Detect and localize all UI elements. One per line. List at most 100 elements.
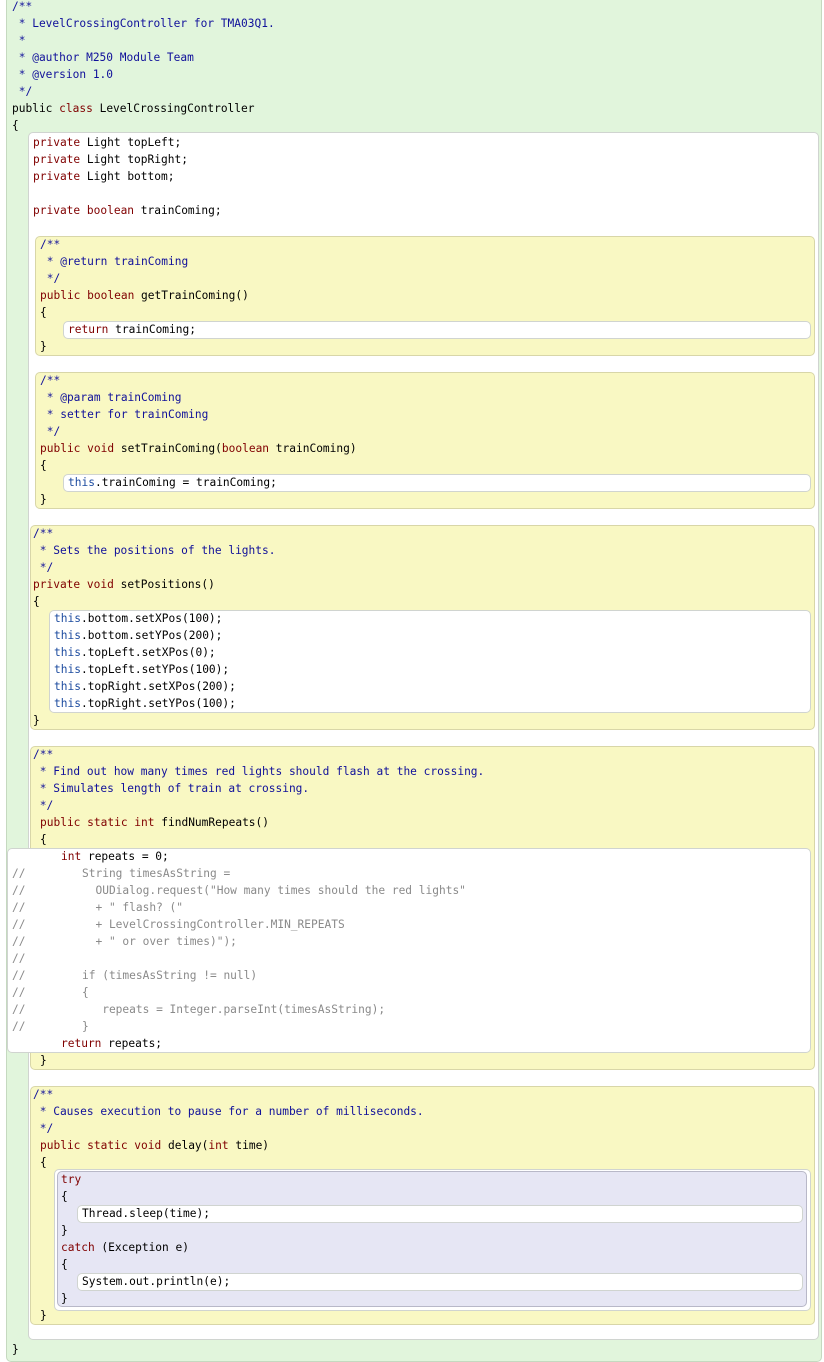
commented-line[interactable]: // String timesAsString = bbox=[12, 865, 230, 882]
close-brace: } bbox=[40, 1054, 47, 1067]
param-name: trainComing) bbox=[269, 442, 357, 455]
commented-line[interactable]: // if (timesAsString != null) bbox=[12, 967, 257, 984]
statement-line[interactable]: this.bottom.setXPos(100); bbox=[54, 610, 222, 627]
open-brace: { bbox=[61, 1258, 68, 1271]
comment-slashes: // bbox=[12, 884, 26, 897]
commented-line[interactable]: // bbox=[12, 950, 25, 967]
class-javadoc-line: * @author M250 Module Team bbox=[12, 51, 194, 64]
javadoc-close: */ bbox=[40, 425, 61, 438]
javadoc-open: /** bbox=[33, 1088, 54, 1101]
field-type: Light bbox=[80, 170, 121, 183]
return-type: boolean bbox=[87, 289, 135, 302]
class-name: LevelCrossingController bbox=[92, 102, 255, 115]
field-train-coming[interactable]: private boolean trainComing; bbox=[33, 202, 222, 219]
javadoc-open: /** bbox=[40, 238, 61, 251]
open-brace: { bbox=[40, 833, 47, 846]
return-statement[interactable]: return repeats; bbox=[61, 1035, 162, 1052]
close-brace: } bbox=[40, 1309, 47, 1322]
open-brace: { bbox=[33, 595, 40, 608]
comment-slashes: // bbox=[12, 986, 26, 999]
commented-line[interactable]: // + " or over times)"); bbox=[12, 933, 237, 950]
private-keyword: private bbox=[33, 204, 81, 217]
close-brace: } bbox=[33, 714, 40, 727]
this-keyword: this bbox=[54, 697, 81, 710]
try-keyword[interactable]: try bbox=[61, 1171, 81, 1188]
method-name: delay( bbox=[161, 1139, 209, 1152]
return-type: int bbox=[134, 816, 155, 829]
method-signature[interactable]: public static int findNumRepeats() bbox=[40, 814, 269, 831]
statement-line[interactable]: this.topLeft.setYPos(100); bbox=[54, 661, 229, 678]
javadoc-close: */ bbox=[33, 561, 54, 574]
statement-text: .bottom.setYPos(200); bbox=[80, 629, 223, 642]
catch-clause[interactable]: catch (Exception e) bbox=[61, 1239, 189, 1256]
this-keyword: this bbox=[54, 646, 81, 659]
method-signature[interactable]: public void setTrainComing(boolean train… bbox=[40, 440, 357, 457]
commented-line[interactable]: // repeats = Integer.parseInt(timesAsStr… bbox=[12, 1001, 385, 1018]
private-keyword: private bbox=[33, 170, 81, 183]
private-keyword: private bbox=[33, 136, 81, 149]
private-keyword: private bbox=[33, 153, 81, 166]
catch-keyword: catch bbox=[61, 1241, 95, 1254]
return-value: repeats; bbox=[101, 1037, 163, 1050]
javadoc-line: * @param trainComing bbox=[40, 391, 182, 404]
statement-line[interactable]: this.topLeft.setXPos(0); bbox=[54, 644, 216, 661]
field-bottom[interactable]: private Light bottom; bbox=[33, 168, 174, 185]
field-top-right[interactable]: private Light topRight; bbox=[33, 151, 188, 168]
comment-slashes: // bbox=[12, 918, 26, 931]
commented-line[interactable]: //} bbox=[12, 1018, 89, 1035]
class-javadoc-line: * bbox=[12, 34, 26, 47]
commented-line[interactable]: // OUDialog.request("How many times shou… bbox=[12, 882, 466, 899]
statement-line[interactable]: this.bottom.setYPos(200); bbox=[54, 627, 222, 644]
comment-code: + " or over times)"); bbox=[82, 935, 237, 948]
commented-line[interactable]: // { bbox=[12, 984, 89, 1001]
commented-line[interactable]: // + LevelCrossingController.MIN_REPEATS bbox=[12, 916, 345, 933]
method-name: findNumRepeats() bbox=[154, 816, 270, 829]
commented-line[interactable]: // + " flash? (" bbox=[12, 899, 183, 916]
println-statement[interactable]: System.out.println(e); bbox=[82, 1273, 230, 1290]
param-name: time) bbox=[228, 1139, 270, 1152]
method-signature[interactable]: public boolean getTrainComing() bbox=[40, 287, 249, 304]
sleep-statement[interactable]: Thread.sleep(time); bbox=[82, 1205, 210, 1222]
class-declaration[interactable]: public class LevelCrossingController bbox=[12, 100, 255, 117]
javadoc-line: * Simulates length of train at crossing. bbox=[33, 782, 310, 795]
param-type: int bbox=[208, 1139, 229, 1152]
statement-text: .trainComing = trainComing; bbox=[94, 476, 277, 489]
variable-declaration[interactable]: int repeats = 0; bbox=[61, 848, 169, 865]
open-brace: { bbox=[61, 1190, 68, 1203]
class-open-brace: { bbox=[12, 119, 19, 132]
this-keyword: this bbox=[54, 612, 81, 625]
this-keyword: this bbox=[54, 663, 81, 676]
field-name: topLeft; bbox=[120, 136, 182, 149]
class-close-brace: } bbox=[12, 1343, 19, 1356]
class-keyword: class bbox=[59, 102, 93, 115]
statement-line[interactable]: this.topRight.setXPos(200); bbox=[54, 678, 236, 695]
return-keyword: return bbox=[68, 323, 109, 336]
this-keyword: this bbox=[54, 680, 81, 693]
javadoc-line: * Find out how many times red lights sho… bbox=[33, 765, 485, 778]
comment-slashes: // bbox=[12, 969, 26, 982]
method-signature[interactable]: public static void delay(int time) bbox=[40, 1137, 269, 1154]
javadoc-line: * @return trainComing bbox=[40, 255, 189, 268]
field-name: trainComing; bbox=[134, 204, 222, 217]
method-signature[interactable]: private void setPositions() bbox=[33, 576, 215, 593]
statement-text: .topRight.setYPos(100); bbox=[80, 697, 236, 710]
field-top-left[interactable]: private Light topLeft; bbox=[33, 134, 181, 151]
field-type: Light bbox=[80, 136, 121, 149]
comment-code: OUDialog.request("How many times should … bbox=[82, 884, 466, 897]
catch-parameter: (Exception e) bbox=[94, 1241, 189, 1254]
method-name: setTrainComing( bbox=[114, 442, 222, 455]
return-statement[interactable]: return trainComing; bbox=[68, 321, 196, 338]
assignment-statement[interactable]: this.trainComing = trainComing; bbox=[68, 474, 277, 491]
comment-slashes: // bbox=[12, 952, 26, 965]
public-keyword: public bbox=[40, 289, 88, 302]
statement-line[interactable]: this.topRight.setYPos(100); bbox=[54, 695, 236, 712]
comment-code: repeats = Integer.parseInt(timesAsString… bbox=[82, 1003, 386, 1016]
statement-text: .topLeft.setYPos(100); bbox=[80, 663, 230, 676]
comment-slashes: // bbox=[12, 867, 26, 880]
public-static-keyword: public static bbox=[40, 816, 135, 829]
close-brace: } bbox=[40, 340, 47, 353]
open-brace: { bbox=[40, 1156, 47, 1169]
statement-text: repeats = 0; bbox=[81, 850, 169, 863]
public-keyword: public bbox=[40, 442, 88, 455]
statement-text: .topLeft.setXPos(0); bbox=[80, 646, 216, 659]
